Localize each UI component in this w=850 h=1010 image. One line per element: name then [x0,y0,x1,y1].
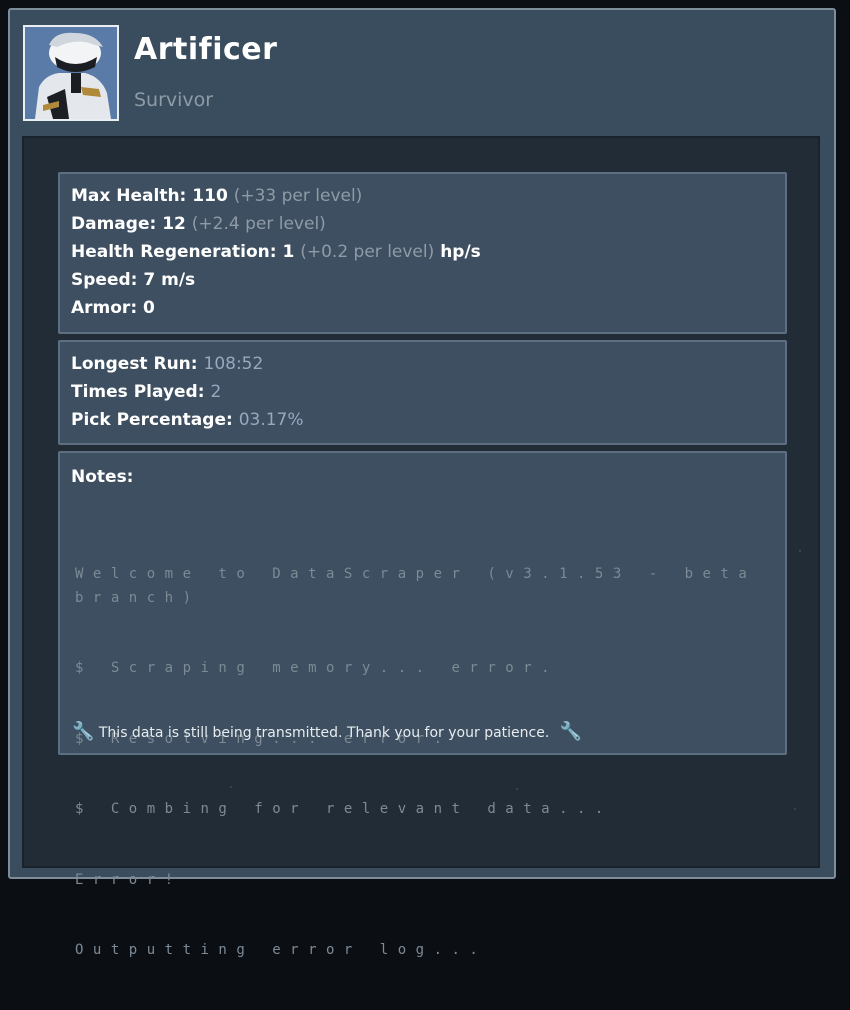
transmission-note-text: This data is still being transmitted. Th… [98,725,550,741]
stat-pick-percentage: Pick Percentage: 03.17% [71,406,785,434]
terminal-line: Outputting error log... [75,942,488,958]
background-star [794,808,796,810]
stat-scaling: (+0.2 per level) [300,242,435,262]
stat-label: Damage: [71,214,157,234]
stat-label: Times Played: [71,382,205,402]
stat-value: 108:52 [203,354,264,374]
stat-value: 12 [162,214,186,234]
stat-label: Armor: [71,298,138,318]
terminal-line: Welcome to DataScraper (v3.1.53 - beta b… [75,566,775,606]
logbook-window: Artificer Survivor Max Health: 110 (+33 … [8,8,836,958]
stat-value: 2 [210,382,222,402]
notes-panel: Notes: Welcome to DataScraper (v3.1.53 -… [58,451,787,958]
terminal-line: Error! [75,871,183,888]
character-subtitle: Survivor [134,89,214,111]
background-star [799,550,801,552]
stat-damage: Damage: 12 (+2.4 per level) [71,210,785,238]
stat-label: Max Health: [71,186,187,206]
stat-label: Longest Run: [71,354,198,374]
stat-longest-run: Longest Run: 108:52 [71,350,785,378]
run-stats-panel: Longest Run: 108:52 Times Played: 2 Pick… [58,340,787,445]
terminal-line: $ Combing for relevant data... [75,801,613,817]
stat-times-played: Times Played: 2 [71,378,785,406]
wrench-icon: 🔧 [559,721,583,742]
artificer-portrait-icon [25,27,117,119]
character-portrait [23,25,119,121]
notes-heading: Notes: [71,467,134,487]
terminal-line: $ Scraping memory... error. [75,660,560,676]
stat-value: 0 [143,298,155,318]
stat-value: 03.17% [238,410,304,430]
stat-value: 7 m/s [143,270,196,290]
terminal-log: Welcome to DataScraper (v3.1.53 - beta b… [75,516,765,1010]
stat-unit: hp/s [440,242,481,262]
stat-max-health: Max Health: 110 (+33 per level) [71,182,785,210]
stat-value: 1 [282,242,295,262]
stat-armor: Armor: 0 [71,294,785,322]
character-name: Artificer [134,32,278,67]
wrench-icon: 🔧 [72,721,95,742]
stat-health-regeneration: Health Regeneration: 1 (+0.2 per level) … [71,238,785,266]
stat-speed: Speed: 7 m/s [71,266,785,294]
stat-value: 110 [192,186,228,206]
stat-scaling: (+33 per level) [233,186,363,206]
stat-label: Health Regeneration: [71,242,277,262]
transmission-note: 🔧 This data is still being transmitted. … [72,721,582,742]
details-pane: Max Health: 110 (+33 per level) Damage: … [22,136,820,958]
base-stats-panel: Max Health: 110 (+33 per level) Damage: … [58,172,787,334]
stat-label: Pick Percentage: [71,410,233,430]
stat-label: Speed: [71,270,138,290]
stat-scaling: (+2.4 per level) [191,214,326,234]
